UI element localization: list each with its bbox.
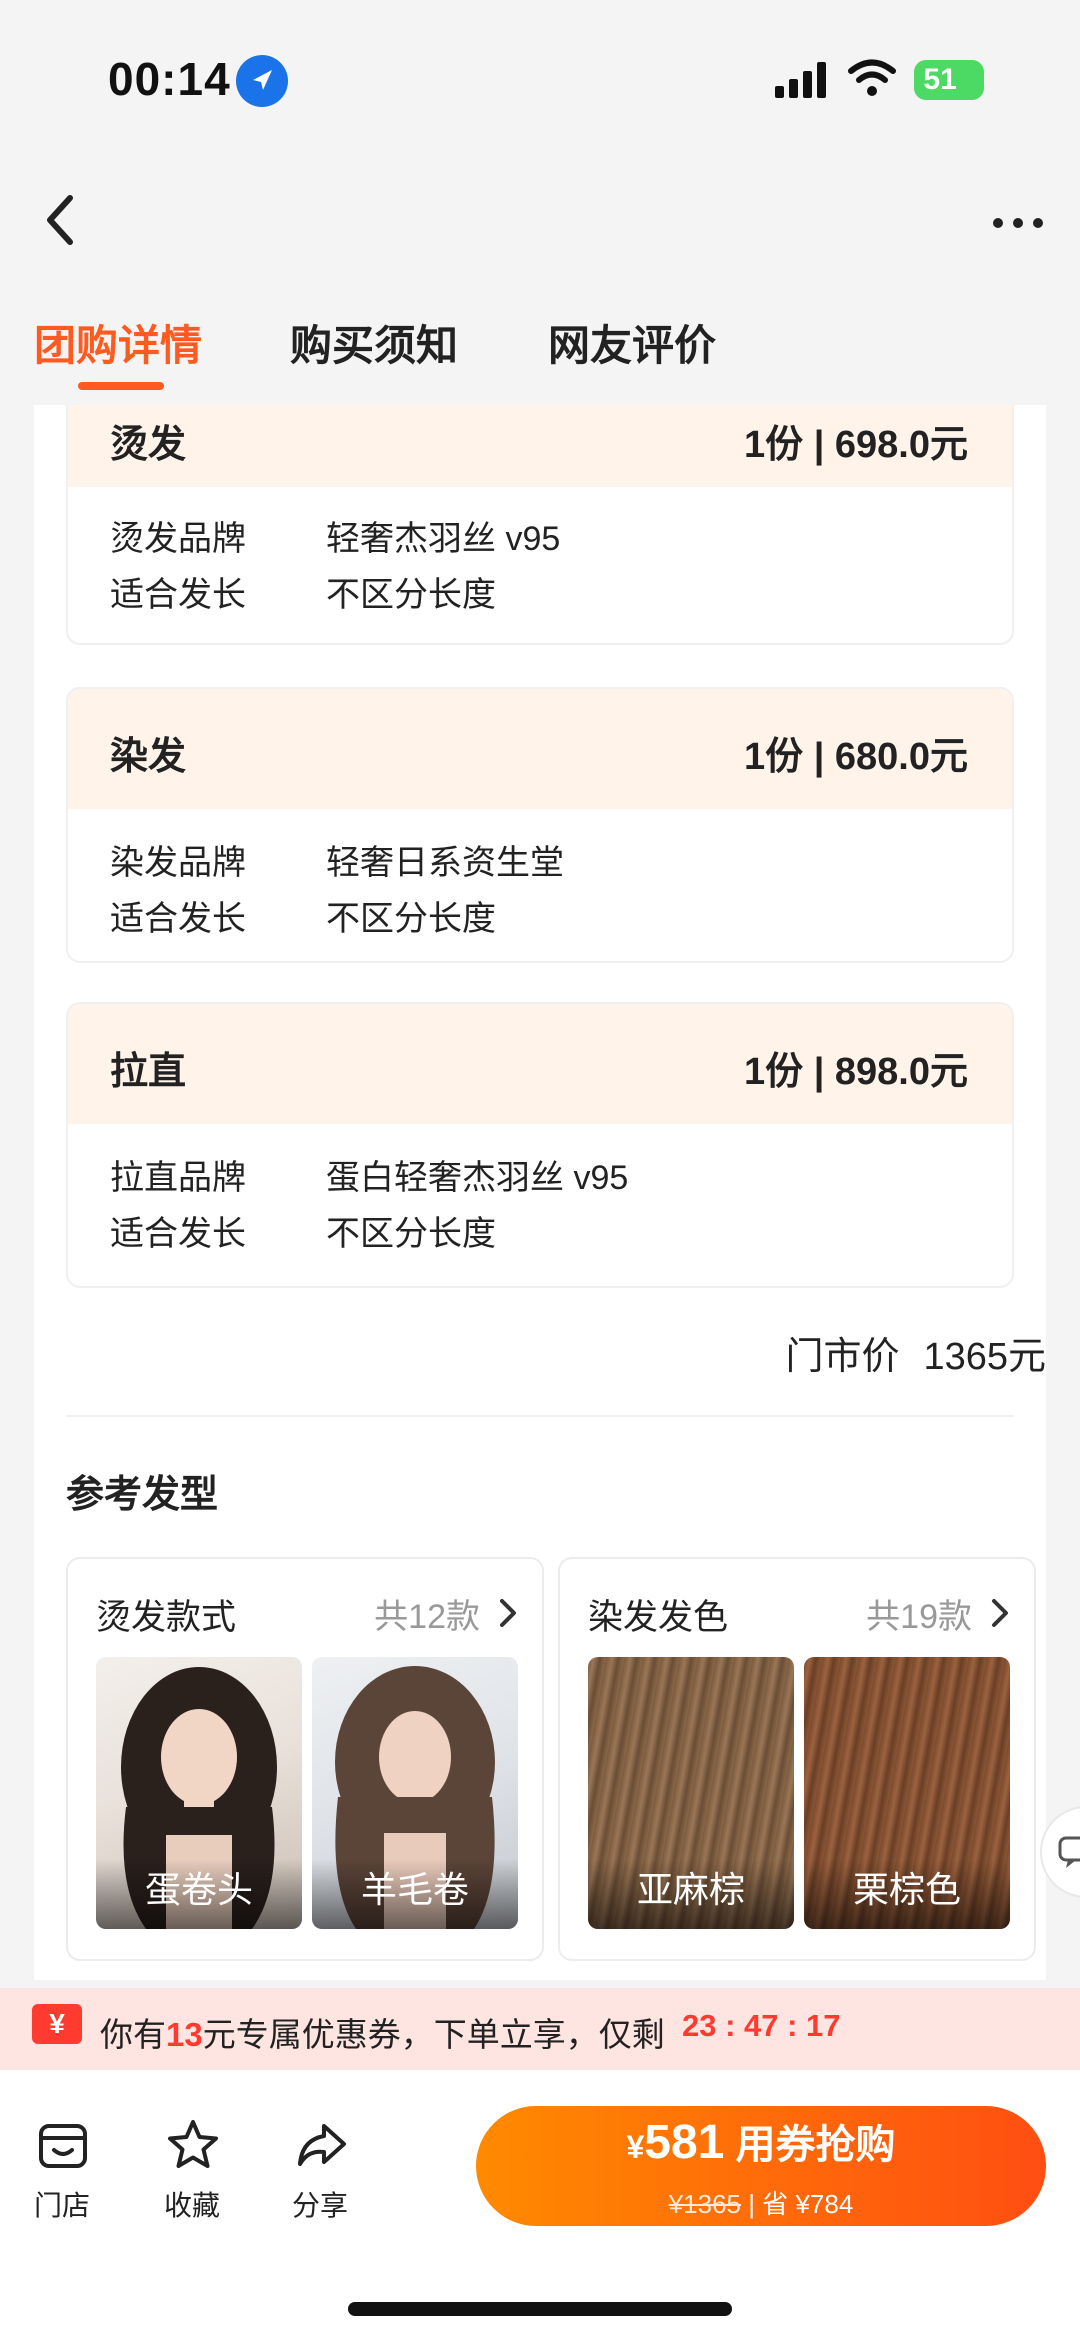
market-price-label: 门市价 <box>785 1336 900 1378</box>
store-button[interactable]: 门店 <box>12 2118 112 2228</box>
service-price: 1份 | 698.0元 <box>744 424 968 466</box>
service-price: 1份 | 898.0元 <box>744 1051 968 1093</box>
buy-sub-text: ¥1365 | 省 ¥784 <box>668 2189 854 2219</box>
wifi-icon <box>848 58 896 98</box>
tab-reviews[interactable]: 网友评价 <box>548 312 716 373</box>
divider <box>66 1415 1014 1417</box>
service-card-straighten: 拉直 1份 | 898.0元 拉直品牌 蛋白轻奢杰羽丝 v95 适合发长 不区分… <box>66 1002 1014 1288</box>
bottom-action-bar: 门店 收藏 分享 ¥581 用券抢购 ¥1365 | 省 ¥784 <box>0 2070 1080 2341</box>
service-row-label: 适合发长 <box>110 900 246 938</box>
customer-service-float-button[interactable] <box>1040 1806 1080 1898</box>
coupon-countdown: 23 : 47 : 17 <box>682 2008 841 2043</box>
service-row: 染发品牌 轻奢日系资生堂 <box>68 827 1012 883</box>
more-icon[interactable] <box>990 205 1046 241</box>
page: 00:14 51 团购详情 购买须知 网友评价 烫发 1份 | 698.0元 烫… <box>0 0 1080 2341</box>
service-row: 拉直品牌 蛋白轻奢杰羽丝 v95 <box>68 1142 1012 1198</box>
tab-active-indicator <box>78 382 164 390</box>
tab-purchase-notes[interactable]: 购买须知 <box>290 312 458 373</box>
buy-label: 用券抢购 <box>735 2123 896 2167</box>
service-row-value: 轻奢杰羽丝 v95 <box>326 520 561 558</box>
location-arrow-icon <box>236 55 288 107</box>
home-indicator <box>348 2302 732 2316</box>
back-icon[interactable] <box>36 190 86 250</box>
service-row-label: 适合发长 <box>110 576 246 614</box>
reference-styles-title: 参考发型 <box>66 1474 219 1516</box>
signal-icon <box>775 62 831 98</box>
favorite-button[interactable]: 收藏 <box>142 2118 242 2228</box>
buy-main-text: ¥581 用券抢购 <box>626 2116 896 2169</box>
coupon-icon: ¥ <box>32 2004 82 2044</box>
reference-card-title: 染发发色 <box>588 1598 729 1637</box>
style-thumb-egg-roll[interactable]: 蛋卷头 <box>96 1657 302 1929</box>
color-thumb-label: 栗棕色 <box>804 1859 1010 1929</box>
chevron-right-icon <box>988 1595 1012 1631</box>
status-bar: 00:14 51 <box>0 0 1080 160</box>
saved-amount: 省 ¥784 <box>762 2189 854 2219</box>
service-row-value: 不区分长度 <box>326 1215 496 1253</box>
service-row-label: 烫发品牌 <box>110 520 246 558</box>
color-thumb-chestnut-brown[interactable]: 栗棕色 <box>804 1657 1010 1929</box>
service-row-label: 染发品牌 <box>110 844 246 882</box>
status-time: 00:14 <box>108 53 231 105</box>
service-name: 染发 <box>110 736 187 778</box>
favorite-label: 收藏 <box>163 2190 220 2221</box>
reference-card-count: 共12款 <box>374 1598 480 1636</box>
style-thumb-label: 羊毛卷 <box>312 1859 518 1929</box>
reference-card-perm-styles[interactable]: 烫发款式 共12款 蛋卷头 羊毛卷 <box>66 1557 544 1961</box>
service-row-value: 不区分长度 <box>326 576 496 614</box>
service-price: 1份 | 680.0元 <box>744 736 968 778</box>
service-header: 染发 1份 | 680.0元 <box>68 689 1012 809</box>
reference-card-title: 烫发款式 <box>96 1598 237 1637</box>
style-thumb-wool-curl[interactable]: 羊毛卷 <box>312 1657 518 1929</box>
battery-level: 51 <box>923 63 957 96</box>
tab-deal-details[interactable]: 团购详情 <box>34 312 202 373</box>
coupon-banner[interactable]: ¥ 你有13元专属优惠券，下单立享，仅剩 23 : 47 : 17 <box>0 1988 1080 2070</box>
service-header: 拉直 1份 | 898.0元 <box>68 1004 1012 1124</box>
share-button[interactable]: 分享 <box>270 2118 370 2228</box>
buy-price: 581 <box>644 2116 725 2169</box>
color-thumb-label: 亚麻棕 <box>588 1859 794 1929</box>
service-row-value: 不区分长度 <box>326 900 496 938</box>
style-thumb-label: 蛋卷头 <box>96 1859 302 1929</box>
coupon-text: 你有13元专属优惠券，下单立享，仅剩 <box>100 2016 665 2053</box>
buy-with-coupon-button[interactable]: ¥581 用券抢购 ¥1365 | 省 ¥784 <box>476 2106 1046 2226</box>
chevron-right-icon <box>496 1595 520 1631</box>
service-row-value: 轻奢日系资生堂 <box>326 844 564 882</box>
service-row-label: 适合发长 <box>110 1215 246 1253</box>
service-card-perm: 烫发 1份 | 698.0元 烫发品牌 轻奢杰羽丝 v95 适合发长 不区分长度 <box>66 405 1014 645</box>
market-price: 门市价 1365元 <box>785 1325 1046 1380</box>
store-icon <box>36 2118 90 2172</box>
service-name: 拉直 <box>110 1051 187 1093</box>
coupon-amount: 13 <box>166 2016 203 2053</box>
store-label: 门店 <box>33 2190 90 2221</box>
service-header: 烫发 1份 | 698.0元 <box>68 405 1012 487</box>
reference-card-dye-colors[interactable]: 染发发色 共19款 亚麻棕 栗棕色 <box>558 1557 1036 1961</box>
service-row: 烫发品牌 轻奢杰羽丝 v95 <box>68 503 1012 559</box>
share-label: 分享 <box>291 2190 348 2221</box>
service-row-label: 拉直品牌 <box>110 1159 246 1197</box>
color-thumb-flax-brown[interactable]: 亚麻棕 <box>588 1657 794 1929</box>
service-row: 适合发长 不区分长度 <box>68 559 1012 615</box>
service-name: 烫发 <box>110 424 187 466</box>
service-card-dye: 染发 1份 | 680.0元 染发品牌 轻奢日系资生堂 适合发长 不区分长度 <box>66 687 1014 963</box>
reference-card-count: 共19款 <box>866 1598 972 1636</box>
service-row: 适合发长 不区分长度 <box>68 1198 1012 1254</box>
star-icon <box>166 2118 220 2172</box>
service-row-value: 蛋白轻奢杰羽丝 v95 <box>326 1159 629 1197</box>
deal-content: 烫发 1份 | 698.0元 烫发品牌 轻奢杰羽丝 v95 适合发长 不区分长度… <box>34 405 1046 1980</box>
chat-icon <box>1058 1836 1080 1868</box>
share-icon <box>294 2118 348 2172</box>
service-row: 适合发长 不区分长度 <box>68 883 1012 939</box>
original-price: ¥1365 <box>668 2189 742 2219</box>
market-price-value: 1365元 <box>923 1336 1046 1378</box>
